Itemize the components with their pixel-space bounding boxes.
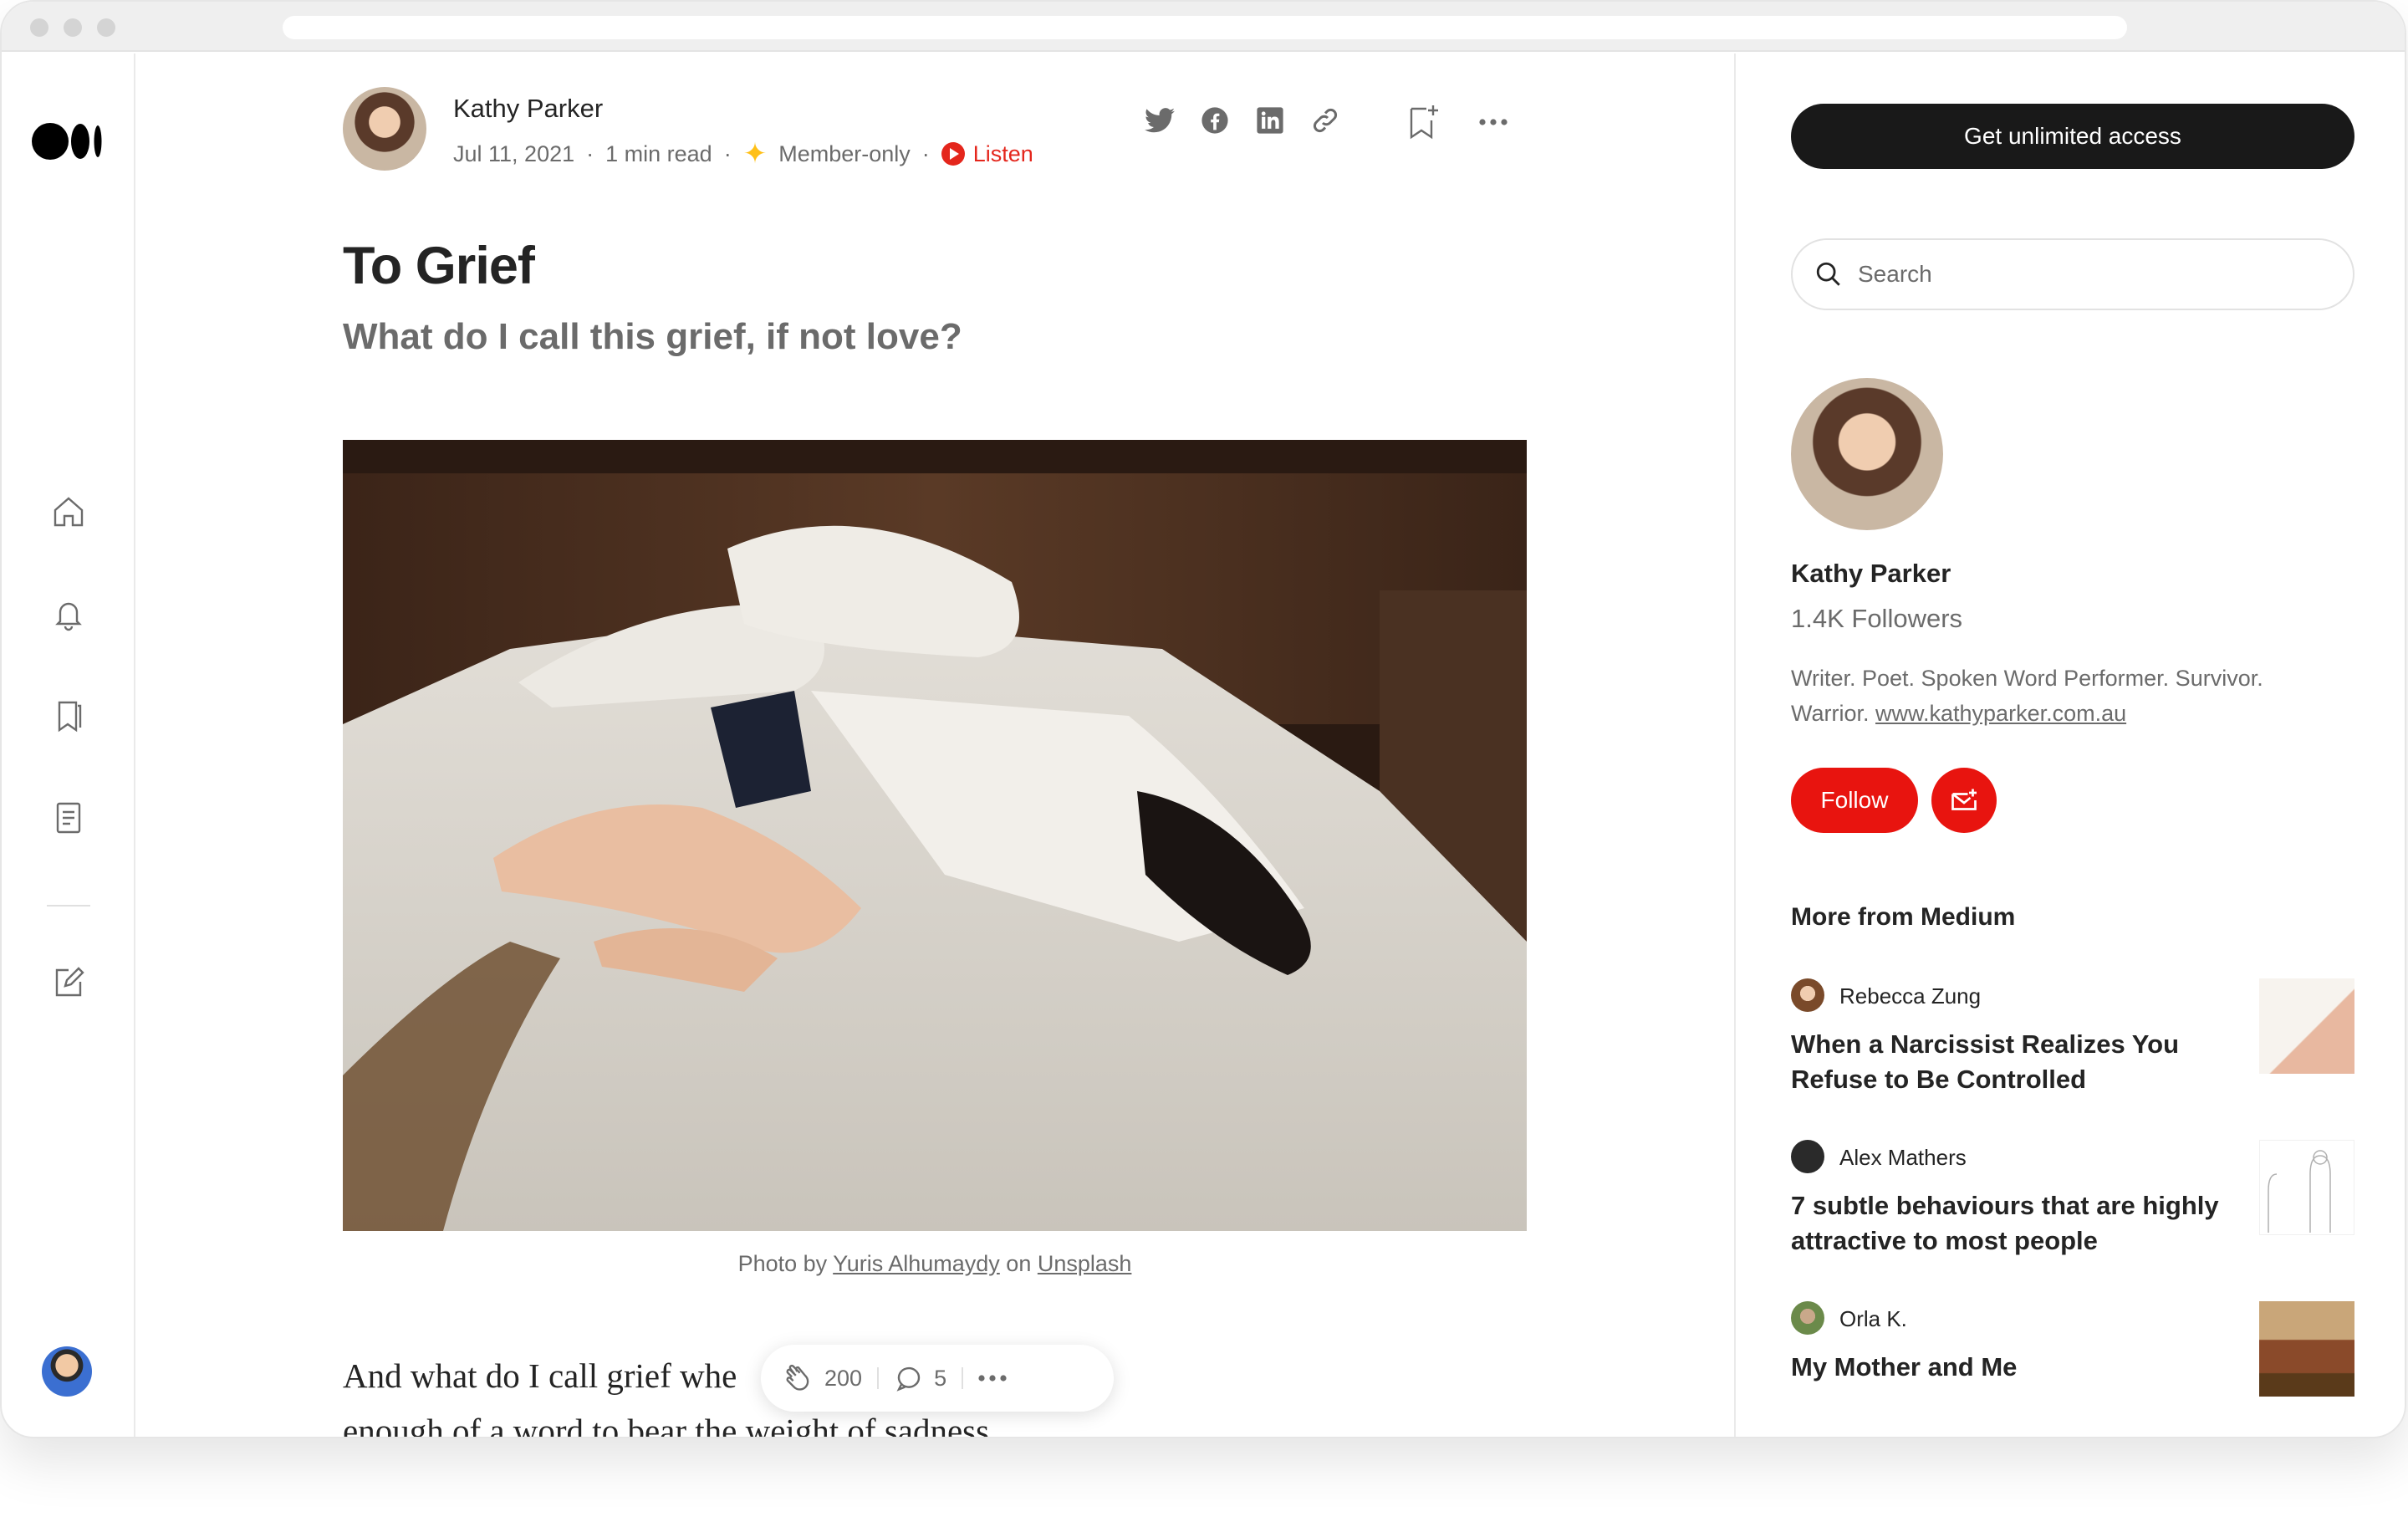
- write-icon[interactable]: [48, 962, 89, 1002]
- right-sidebar: Get unlimited access Kathy Parker 1.4K F…: [1734, 54, 2405, 1437]
- author-avatar[interactable]: [343, 87, 426, 171]
- address-bar[interactable]: [283, 16, 2127, 39]
- nav-divider: [47, 905, 90, 907]
- browser-chrome: [2, 2, 2405, 52]
- hero-photo: [343, 440, 1527, 1231]
- meta-separator: ·: [921, 140, 930, 166]
- rec-author[interactable]: Orla K.: [1839, 1306, 1907, 1332]
- author-name[interactable]: Kathy Parker: [453, 94, 603, 124]
- lists-bookmark-icon[interactable]: [48, 696, 89, 736]
- rec-author[interactable]: Alex Mathers: [1839, 1145, 1967, 1171]
- search-box[interactable]: [1791, 238, 2354, 310]
- meta-separator: ·: [723, 140, 732, 166]
- facebook-icon[interactable]: [1198, 104, 1232, 137]
- profile-name[interactable]: Kathy Parker: [1791, 559, 1951, 589]
- bio-website-link[interactable]: www.kathyparker.com.au: [1875, 701, 2126, 726]
- clap-icon: [786, 1364, 809, 1391]
- photo-caption: Photo by Yuris Alhumaydy on Unsplash: [343, 1251, 1527, 1277]
- article-subtitle: What do I call this grief, if not love?: [343, 316, 962, 357]
- profile-followers[interactable]: 1.4K Followers: [1791, 604, 1962, 634]
- comment-icon: [896, 1366, 921, 1392]
- read-time: 1 min read: [605, 140, 712, 166]
- window-maximize-dot[interactable]: [97, 18, 115, 37]
- member-star-icon: ✦: [742, 138, 768, 170]
- article-title: To Grief: [343, 237, 535, 295]
- more-options-icon: [978, 1375, 1007, 1382]
- linkedin-icon[interactable]: [1253, 104, 1287, 137]
- home-icon[interactable]: [48, 492, 89, 532]
- profile-bio: Writer. Poet. Spoken Word Performer. Sur…: [1791, 661, 2326, 731]
- action-divider: [962, 1367, 964, 1389]
- recommendation-item[interactable]: Orla K. My Mother and Me: [1791, 1301, 2354, 1427]
- notifications-bell-icon[interactable]: [48, 594, 89, 634]
- search-icon: [1816, 262, 1840, 286]
- article-main: Kathy Parker Jul 11, 2021 · 1 min read ·…: [135, 54, 1732, 1437]
- clap-count: 200: [824, 1365, 863, 1391]
- member-only-label: Member-only: [778, 140, 911, 166]
- listen-label: Listen: [972, 140, 1033, 166]
- window-close-dot[interactable]: [30, 18, 48, 37]
- rec-author-avatar: [1791, 1140, 1824, 1173]
- caption-prefix: Photo by: [737, 1251, 834, 1276]
- more-from-heading: More from Medium: [1791, 903, 2016, 931]
- floating-action-bar: 200 5: [761, 1345, 1114, 1412]
- email-subscribe-icon: [1951, 789, 1977, 810]
- user-avatar[interactable]: [42, 1346, 92, 1397]
- follow-button[interactable]: Follow: [1791, 768, 1918, 833]
- caption-photographer-link[interactable]: Yuris Alhumaydy: [833, 1251, 1000, 1276]
- recommendation-item[interactable]: Alex Mathers 7 subtle behaviours that ar…: [1791, 1140, 2354, 1265]
- rec-thumbnail[interactable]: [2259, 1301, 2354, 1397]
- rec-title[interactable]: When a Narcissist Realizes You Refuse to…: [1791, 1027, 2226, 1097]
- recommendation-item[interactable]: Rebecca Zung When a Narcissist Realizes …: [1791, 978, 2354, 1104]
- clap-button[interactable]: 200: [783, 1362, 862, 1394]
- meta-separator: ·: [586, 140, 594, 166]
- publish-date: Jul 11, 2021: [453, 140, 575, 166]
- subscribe-button[interactable]: [1931, 768, 1997, 833]
- listen-button[interactable]: Listen: [941, 141, 1033, 167]
- caption-source-link[interactable]: Unsplash: [1038, 1251, 1132, 1276]
- responses-button[interactable]: 5: [894, 1363, 946, 1393]
- copy-link-icon[interactable]: [1309, 104, 1342, 137]
- play-icon: [941, 142, 965, 166]
- rec-title[interactable]: My Mother and Me: [1791, 1350, 2226, 1385]
- action-more-button[interactable]: [978, 1375, 1007, 1382]
- window-minimize-dot[interactable]: [64, 18, 82, 37]
- rec-author-avatar: [1791, 978, 1824, 1012]
- left-nav: [2, 54, 135, 1437]
- caption-mid: on: [999, 1251, 1038, 1276]
- more-options-icon[interactable]: [1473, 107, 1513, 137]
- profile-avatar[interactable]: [1791, 378, 1943, 530]
- search-input[interactable]: [1858, 261, 2326, 288]
- medium-logo-icon[interactable]: [32, 122, 104, 161]
- article-meta: Jul 11, 2021 · 1 min read · ✦ Member-onl…: [453, 140, 1033, 168]
- rec-title[interactable]: 7 subtle behaviours that are highly attr…: [1791, 1188, 2226, 1259]
- twitter-icon[interactable]: [1143, 104, 1176, 137]
- rec-author[interactable]: Rebecca Zung: [1839, 983, 1981, 1009]
- stories-document-icon[interactable]: [48, 798, 89, 838]
- browser-window: Kathy Parker Jul 11, 2021 · 1 min read ·…: [0, 0, 2406, 1438]
- save-bookmark-icon[interactable]: [1405, 102, 1441, 142]
- rec-thumbnail[interactable]: [2259, 1140, 2354, 1235]
- rec-author-avatar: [1791, 1301, 1824, 1335]
- get-unlimited-access-button[interactable]: Get unlimited access: [1791, 104, 2354, 169]
- share-icons: [1143, 104, 1342, 137]
- action-divider: [877, 1367, 880, 1389]
- rec-thumbnail[interactable]: [2259, 978, 2354, 1074]
- response-count: 5: [934, 1365, 947, 1391]
